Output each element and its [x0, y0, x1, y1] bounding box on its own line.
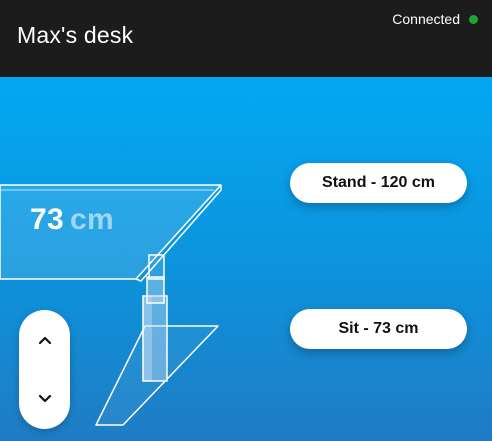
- desk-illustration: [0, 184, 222, 426]
- move-down-button[interactable]: [19, 379, 70, 419]
- current-height-readout: 73 cm: [30, 203, 114, 237]
- height-control: [19, 310, 70, 429]
- desk-leg-upper: [146, 276, 165, 304]
- chevron-down-icon: [38, 394, 51, 403]
- current-height-value: 73: [30, 203, 64, 236]
- chevron-up-icon: [38, 336, 51, 345]
- desk-title: Max's desk: [17, 22, 134, 48]
- connection-status: Connected: [392, 11, 460, 27]
- move-up-button[interactable]: [19, 320, 70, 360]
- desk-view: 73 cm Stand - 120 cm Sit - 73 cm: [0, 77, 492, 441]
- connection-status-dot: [469, 15, 478, 24]
- current-height-unit: cm: [69, 203, 114, 236]
- stand-preset-button[interactable]: Stand - 120 cm: [290, 163, 467, 203]
- app-header: Max's desk Connected: [0, 0, 492, 77]
- sit-preset-button[interactable]: Sit - 73 cm: [290, 309, 467, 349]
